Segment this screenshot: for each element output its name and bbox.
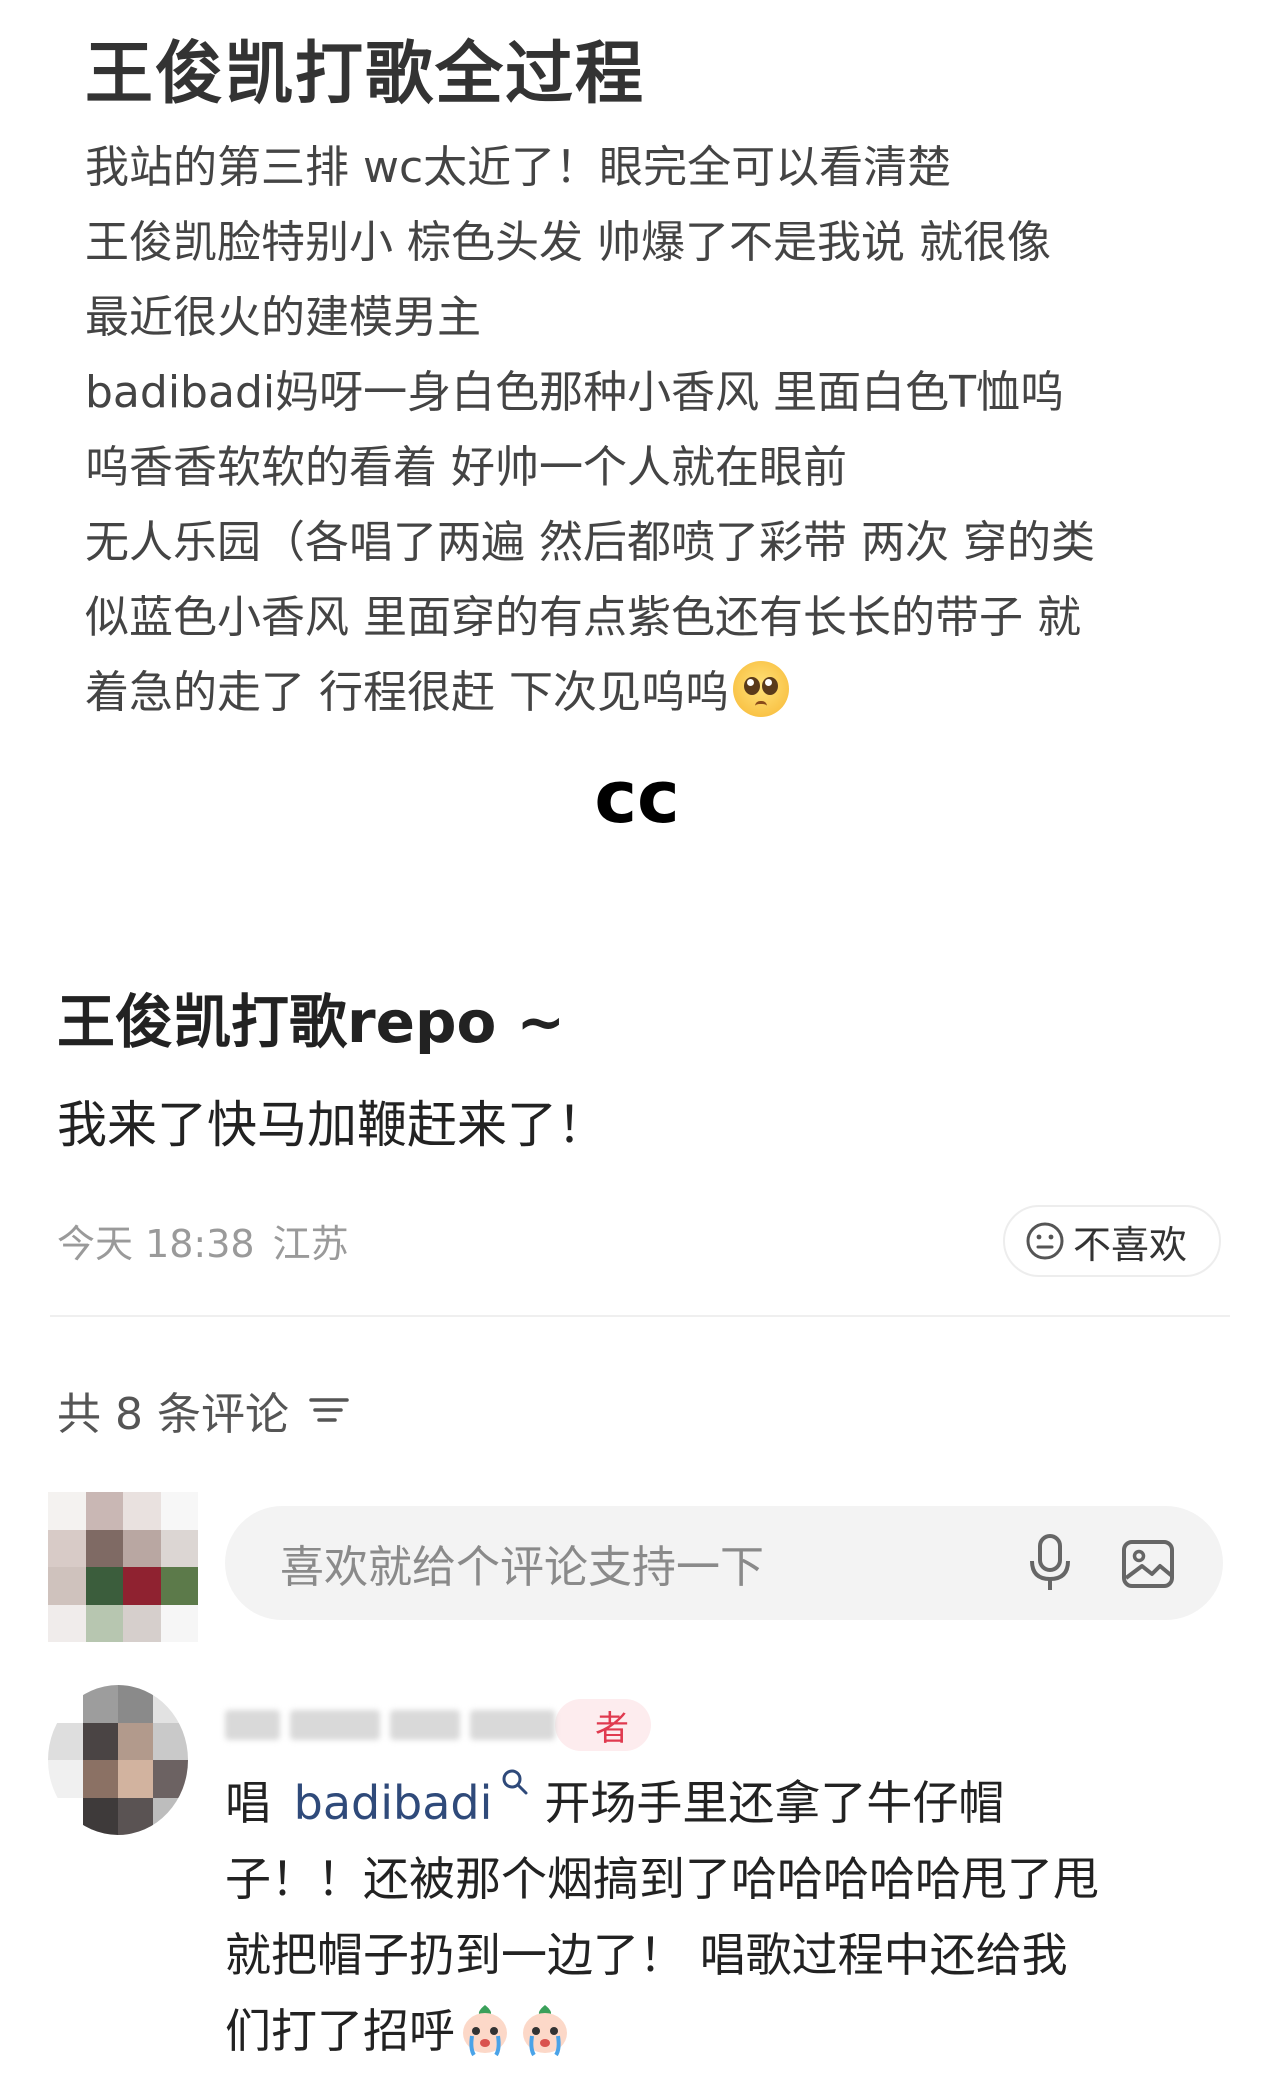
blurred-username [225, 1710, 280, 1740]
top-post-line-last: 着急的走了 行程很赶 下次见呜呜 [85, 655, 1215, 730]
top-post-line: 无人乐园（各唱了两遍 然后都喷了彩带 两次 穿的类 [85, 517, 1095, 568]
comment-text: 开场手里还拿了牛仔帽 [544, 1776, 1005, 1830]
divider [50, 1315, 1230, 1317]
top-post-line: 似蓝色小香风 里面穿的有点紫色还有长长的带子 就 [85, 592, 1081, 643]
comment-text: 们打了招呼 [225, 2004, 455, 2058]
dislike-button[interactable]: 不喜欢 [1003, 1205, 1221, 1277]
blurred-username [390, 1710, 460, 1740]
image-icon[interactable] [1120, 1536, 1176, 1592]
comment-body: 唱 badibadi 开场手里还拿了牛仔帽 子！！还被那个烟搞到了哈哈哈哈哈甩了甩… [225, 1765, 1225, 2069]
pleading-face-emoji [732, 661, 789, 717]
watermark-text: cc [594, 755, 680, 839]
blurred-username [470, 1710, 555, 1740]
microphone-icon[interactable] [1025, 1533, 1075, 1593]
top-post-line: 我站的第三排 wc太近了！眼完全可以看清楚 [85, 142, 952, 193]
top-post-body: 我站的第三排 wc太近了！眼完全可以看清楚 王俊凯脸特别小 棕色头发 帅爆了不是… [85, 130, 1215, 730]
top-post-line: badibadi妈呀一身白色那种小香风 里面白色T恤呜 [85, 367, 1064, 418]
post-title: 王俊凯打歌repo ~ [57, 988, 566, 1056]
crying-sticker [463, 2005, 507, 2057]
mention-link[interactable]: badibadi [294, 1776, 493, 1830]
top-post-line: 王俊凯脸特别小 棕色头发 帅爆了不是我说 就很像 [85, 217, 1051, 268]
post-text: 我来了快马加鞭赶来了！ [57, 1096, 607, 1154]
top-post-line-text: 着急的走了 行程很赶 下次见呜呜 [85, 667, 729, 718]
comment-text: 唱 [225, 1776, 271, 1830]
comment-line: 唱 badibadi 开场手里还拿了牛仔帽 [225, 1765, 1225, 1841]
sort-lines-icon[interactable] [307, 1392, 351, 1428]
post-meta: 今天 18:38 江苏 [57, 1213, 367, 1268]
comment-count: 共 8 条评论 [57, 1389, 289, 1440]
post-date: 今天 18:38 [57, 1222, 255, 1266]
comment-line: 们打了招呼 [225, 1993, 1225, 2069]
top-post-line: 呜香香软软的看着 好帅一个人就在眼前 [85, 442, 847, 493]
avatar[interactable] [48, 1492, 198, 1642]
comment-count-row[interactable]: 共 8 条评论 [57, 1378, 351, 1442]
crying-sticker [523, 2005, 567, 2057]
dislike-label: 不喜欢 [1073, 1222, 1188, 1267]
search-icon [502, 1769, 528, 1795]
comment-line: 就把帽子扔到一边了！ 唱歌过程中还给我 [225, 1928, 1068, 1982]
commenter-name-row[interactable]: 者 [225, 1699, 651, 1751]
neutral-face-icon [1026, 1222, 1064, 1260]
top-post-line: 最近很火的建模男主 [85, 292, 481, 343]
comment-line: 子！！还被那个烟搞到了哈哈哈哈哈甩了甩 [225, 1852, 1099, 1906]
post-location: 江苏 [272, 1222, 349, 1266]
commenter-avatar[interactable] [48, 1685, 188, 1835]
top-post-title: 王俊凯打歌全过程 [85, 35, 646, 114]
author-badge: 者 [555, 1699, 651, 1751]
blurred-username [290, 1710, 380, 1740]
